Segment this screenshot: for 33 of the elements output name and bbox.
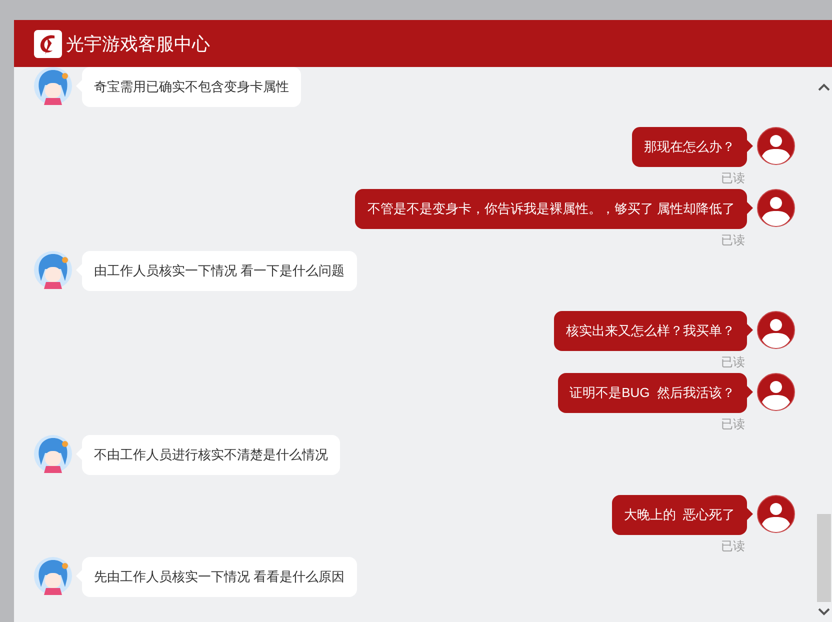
agent-avatar-icon [34,67,72,105]
read-status: 已读 [721,232,745,249]
agent-avatar-icon [34,557,72,595]
read-status: 已读 [721,538,745,555]
bubble-tail [747,324,753,336]
bubble-tail [747,140,753,152]
scroll-up-icon[interactable] [818,83,830,91]
bubble-tail [747,202,753,214]
message-bubble: 由工作人员核实一下情况 看一下是什么问题 [82,251,357,291]
message-bubble: 证明不是BUG 然后我活该？ [558,373,747,413]
message-bubble: 核实出来又怎么样？我买单？ [554,311,747,351]
agent-avatar-icon [34,435,72,473]
scroll-down-icon[interactable] [818,608,830,616]
read-status: 已读 [721,354,745,371]
message-bubble: 奇宝需用已确实不包含变身卡属性 [82,67,301,107]
user-avatar-icon [757,373,795,411]
message-bubble: 先由工作人员核实一下情况 看看是什么原因 [82,557,357,597]
read-status: 已读 [721,416,745,433]
agent-avatar-icon [34,251,72,289]
user-avatar-icon [757,311,795,349]
user-avatar-icon [757,189,795,227]
message-bubble: 那现在怎么办？ [632,127,747,167]
user-avatar-icon [757,127,795,165]
scroll-thumb[interactable] [816,514,830,602]
logo-icon [34,30,62,58]
window-title: 光宇游戏客服中心 [66,32,210,56]
bubble-tail [747,508,753,520]
bubble-tail [747,386,753,398]
message-bubble: 大晚上的 恶心死了 [612,495,747,535]
message-bubble: 不由工作人员进行核实不清楚是什么情况 [82,435,340,475]
user-avatar-icon [757,495,795,533]
message-bubble: 不管是不是变身卡，你告诉我是裸属性。，够买了 属性却降低了 [355,189,747,229]
read-status: 已读 [721,170,745,187]
